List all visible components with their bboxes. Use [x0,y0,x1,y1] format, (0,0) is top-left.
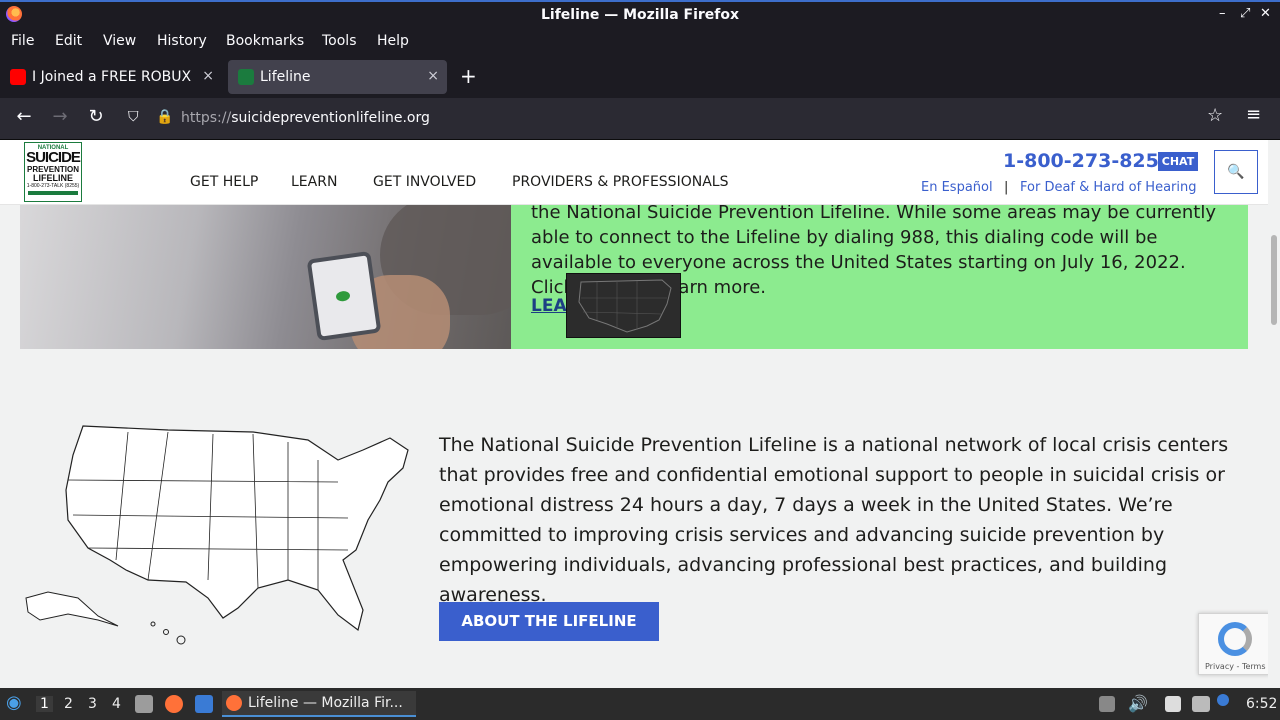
url-text[interactable]: https://suicidepreventionlifeline.org [181,110,430,126]
update-notification-icon[interactable] [1217,694,1229,706]
site-header: NATIONAL SUICIDE PREVENTION LIFELINE 1-8… [0,140,1268,205]
terminal-icon[interactable] [195,695,213,713]
taskbar: ◉ 1 2 3 4 Lifeline — Mozilla Fir... 🔊 6:… [0,688,1280,720]
display-icon[interactable] [1192,696,1210,712]
recaptcha-icon [1218,622,1252,656]
workspace-3[interactable]: 3 [88,696,97,712]
phone-image [306,250,382,342]
workspace-4[interactable]: 4 [112,696,121,712]
learn-more-link[interactable]: LEA [531,296,567,316]
nav-get-involved[interactable]: GET INVOLVED [373,174,476,190]
recaptcha-badge[interactable]: Privacy - Terms [1198,613,1270,675]
workspace-2[interactable]: 2 [64,696,73,712]
tab-robux[interactable]: I Joined a FREE ROBUX G × [0,60,222,94]
chat-button[interactable]: CHAT [1158,152,1198,171]
menu-bookmarks[interactable]: Bookmarks [226,33,304,49]
app-menu-icon[interactable]: ◉ [6,692,22,713]
page-content: NATIONAL SUICIDE PREVENTION LIFELINE 1-8… [0,140,1280,688]
firefox-launcher-icon[interactable] [165,695,183,713]
clock[interactable]: 6:52 [1246,696,1277,712]
about-paragraph: The National Suicide Prevention Lifeline… [439,434,1229,606]
menu-history[interactable]: History [157,33,207,49]
tab-label: Lifeline [260,69,311,85]
file-manager-icon[interactable] [135,695,153,713]
notes-icon[interactable] [1165,696,1181,712]
forward-button[interactable]: → [48,106,72,127]
espanol-link[interactable]: En Español [921,180,993,195]
window-title: Lifeline — Mozilla Firefox [540,7,740,23]
search-icon[interactable]: 🔍 [1214,150,1258,194]
youtube-icon [10,69,26,85]
maximize-button[interactable]: ⤢ [1240,6,1250,21]
firefox-icon [226,695,242,711]
back-button[interactable]: ← [12,106,36,127]
hamburger-menu-icon[interactable]: ≡ [1246,104,1261,125]
volume-icon[interactable]: 🔊 [1128,694,1148,713]
bookmark-star-icon[interactable]: ☆ [1207,105,1223,126]
tab-lifeline[interactable]: Lifeline × [228,60,447,94]
nav-providers[interactable]: PROVIDERS & PROFESSIONALS [512,174,728,190]
deaf-hard-of-hearing-link[interactable]: For Deaf & Hard of Hearing [1020,180,1197,195]
menu-bar: File Edit View History Bookmarks Tools H… [0,30,1280,56]
scrollbar-thumb[interactable] [1271,235,1277,325]
taskbar-firefox-window[interactable]: Lifeline — Mozilla Fir... [222,691,416,717]
map-thumbnail-image [566,273,681,338]
us-map-image [25,425,409,645]
lifeline-favicon-icon [238,69,254,85]
reload-button[interactable]: ↻ [84,106,108,127]
link-divider: | [1004,180,1009,195]
tab-bar: I Joined a FREE ROBUX G × Lifeline × [0,56,1280,98]
url-bar[interactable]: ⛉ 🔒 https://suicidepreventionlifeline.or… [120,103,1230,135]
new-tab-button[interactable]: + [460,64,477,88]
lifeline-logo[interactable]: NATIONAL SUICIDE PREVENTION LIFELINE 1-8… [24,142,82,202]
menu-edit[interactable]: Edit [55,33,82,49]
menu-tools[interactable]: Tools [322,33,357,49]
window-titlebar: Lifeline — Mozilla Firefox – ⤢ ✕ [0,0,1280,30]
shield-icon[interactable]: ⛉ [128,109,139,125]
menu-help[interactable]: Help [377,33,409,49]
clipboard-icon[interactable] [1099,696,1115,712]
menu-file[interactable]: File [11,33,34,49]
minimize-button[interactable]: – [1219,6,1226,21]
phone-number[interactable]: 1-800-273-8255 [1003,150,1172,172]
menu-view[interactable]: View [103,33,136,49]
workspace-1[interactable]: 1 [36,696,53,712]
about-lifeline-button[interactable]: ABOUT THE LIFELINE [439,602,659,641]
nav-get-help[interactable]: GET HELP [190,174,258,190]
tab-label: I Joined a FREE ROBUX G [32,69,192,85]
nav-learn[interactable]: LEARN [291,174,337,190]
navigation-bar: ← → ↻ ⛉ 🔒 https://suicidepreventionlifel… [0,98,1280,140]
banner-photo [20,195,511,349]
page-scrollbar[interactable] [1268,205,1280,688]
close-tab-icon[interactable]: × [202,68,214,84]
close-window-button[interactable]: ✕ [1260,6,1271,21]
lock-icon[interactable]: 🔒 [156,109,173,125]
close-tab-icon[interactable]: × [427,68,439,84]
